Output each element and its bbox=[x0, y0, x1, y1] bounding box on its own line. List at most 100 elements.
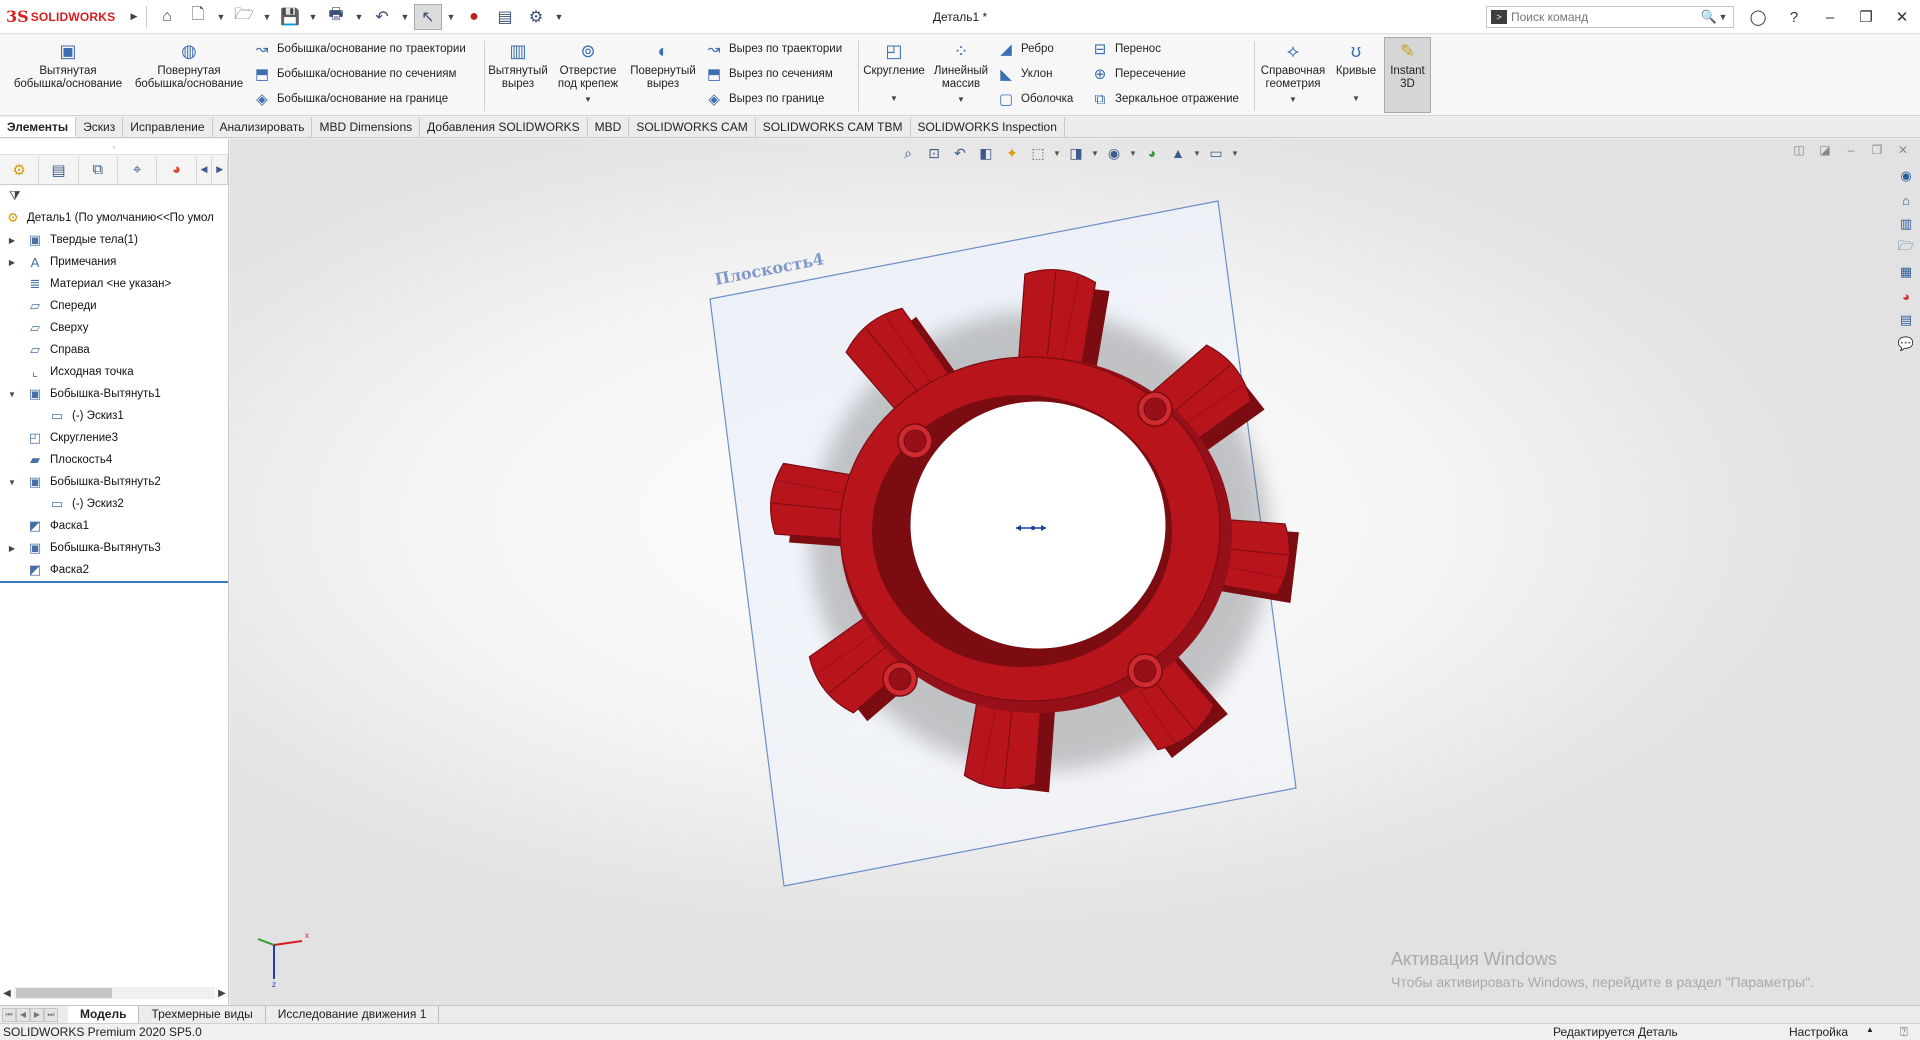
tab-3d-views[interactable]: Трехмерные виды bbox=[139, 1006, 266, 1023]
property-manager-tab-icon[interactable]: ▤ bbox=[39, 156, 79, 183]
lofted-boss-button[interactable]: ⬒ Бобышка/основание по сечениям bbox=[252, 63, 457, 85]
solidworks-logo[interactable]: 3S SOLIDWORKS bbox=[0, 0, 128, 34]
close-icon[interactable]: ✕ bbox=[1884, 0, 1920, 34]
tab-2[interactable]: Исправление bbox=[123, 117, 213, 137]
new-dropdown-icon[interactable]: ▼ bbox=[215, 4, 227, 30]
save-icon[interactable]: 💾 bbox=[276, 4, 304, 30]
units-custom-button[interactable]: Настройка bbox=[1789, 1025, 1848, 1039]
tree-item[interactable]: ◩ Фаска2 bbox=[0, 559, 228, 581]
tab-6[interactable]: MBD bbox=[588, 117, 630, 137]
restore-icon[interactable]: ❐ bbox=[1848, 0, 1884, 34]
search-icon[interactable]: 🔍 bbox=[1701, 9, 1717, 25]
revolved-boss-button[interactable]: ◍ Повернутая бобышка/основание bbox=[130, 39, 248, 91]
hole-wizard-button[interactable]: ⊚ Отверстие под крепеж ▼ bbox=[552, 39, 624, 106]
curves-button[interactable]: ʊ Кривые ▼ bbox=[1330, 39, 1382, 105]
tree-expander-icon[interactable]: ▶ bbox=[7, 258, 17, 267]
user-account-icon[interactable]: ◯ bbox=[1740, 0, 1776, 34]
fillet-dropdown-icon[interactable]: ▼ bbox=[890, 92, 898, 105]
filter-icon[interactable]: ⧩ bbox=[0, 185, 228, 207]
first-tab-icon[interactable]: ⏮ bbox=[2, 1007, 16, 1022]
swept-boss-button[interactable]: ↝ Бобышка/основание по траектории bbox=[252, 38, 466, 60]
tree-item[interactable]: ▼ ▣ Бобышка-Вытянуть2 bbox=[0, 471, 228, 493]
reference-geometry-dropdown-icon[interactable]: ▼ bbox=[1289, 93, 1297, 106]
last-tab-icon[interactable]: ⏭ bbox=[44, 1007, 58, 1022]
scroll-left-icon[interactable]: ◀ bbox=[0, 988, 14, 999]
extruded-cut-button[interactable]: ▥ Вытянутый вырез bbox=[486, 39, 550, 91]
minimize-icon[interactable]: – bbox=[1812, 0, 1848, 34]
mirror-button[interactable]: ⧉ Зеркальное отражение bbox=[1090, 88, 1239, 110]
tree-item[interactable]: ▱ Спереди bbox=[0, 295, 228, 317]
logo-menu-arrow-icon[interactable]: ▶ bbox=[128, 4, 140, 30]
tabs-left-arrow-icon[interactable]: ◀ bbox=[197, 156, 213, 183]
graphics-area[interactable]: ⌕ ⊡ ↶ ◧ ✦ ⬚ ▼ ◨ ▼ ◉ ▼ ◕ ▲ ▼ ▭ ▼ ◫ ◪ – ❐ … bbox=[230, 139, 1920, 1005]
tree-item[interactable]: ≣ Материал <не указан> bbox=[0, 273, 228, 295]
tab-7[interactable]: SOLIDWORKS CAM bbox=[629, 117, 756, 137]
linear-pattern-dropdown-icon[interactable]: ▼ bbox=[957, 93, 965, 106]
boundary-cut-button[interactable]: ◈ Вырез по границе bbox=[704, 88, 824, 110]
draft-button[interactable]: ◣ Уклон bbox=[996, 63, 1052, 85]
tab-3[interactable]: Анализировать bbox=[213, 117, 313, 137]
prev-tab-icon[interactable]: ◀ bbox=[16, 1007, 30, 1022]
tree-expander-icon[interactable]: ▶ bbox=[7, 236, 17, 245]
shell-button[interactable]: ▢ Оболочка bbox=[996, 88, 1073, 110]
instant3d-button[interactable]: ✎ Instant 3D bbox=[1384, 39, 1431, 91]
save-dropdown-icon[interactable]: ▼ bbox=[307, 4, 319, 30]
select-dropdown-icon[interactable]: ▼ bbox=[445, 4, 457, 30]
tree-item[interactable]: ◰ Скругление3 bbox=[0, 427, 228, 449]
tab-1[interactable]: Эскиз bbox=[76, 117, 124, 137]
tab-motion-study[interactable]: Исследование движения 1 bbox=[266, 1006, 440, 1023]
tree-item[interactable]: ▶ ▣ Твердые тела(1) bbox=[0, 229, 228, 251]
tab-9[interactable]: SOLIDWORKS Inspection bbox=[911, 117, 1065, 137]
tab-0[interactable]: Элементы bbox=[0, 117, 77, 137]
select-cursor-icon[interactable]: ↖ bbox=[414, 3, 442, 30]
boundary-boss-button[interactable]: ◈ Бобышка/основание на границе bbox=[252, 88, 448, 110]
tree-item[interactable]: ▰ Плоскость4 bbox=[0, 449, 228, 471]
swept-cut-button[interactable]: ↝ Вырез по траектории bbox=[704, 38, 842, 60]
tree-expander-icon[interactable]: ▼ bbox=[7, 478, 17, 487]
linear-pattern-button[interactable]: ⁘ Линейный массив ▼ bbox=[930, 39, 992, 106]
undo-icon[interactable]: ↶ bbox=[368, 4, 396, 30]
home-icon[interactable]: ⌂ bbox=[153, 4, 181, 30]
panel-grip-icon[interactable]: ◦ bbox=[0, 139, 228, 155]
rebuild-traffic-light-icon[interactable]: ● bbox=[460, 4, 488, 30]
command-search[interactable]: > 🔍 ▼ bbox=[1486, 6, 1734, 28]
reference-geometry-button[interactable]: ⟡ Справочная геометрия ▼ bbox=[1256, 39, 1330, 106]
tree-root[interactable]: ⚙ Деталь1 (По умолчанию<<По умол bbox=[0, 207, 228, 229]
tree-item[interactable]: ▼ ▣ Бобышка-Вытянуть1 bbox=[0, 383, 228, 405]
lofted-cut-button[interactable]: ⬒ Вырез по сечениям bbox=[704, 63, 833, 85]
scroll-track[interactable] bbox=[14, 987, 215, 999]
new-document-icon[interactable]: 🗋 bbox=[184, 4, 212, 30]
options-dropdown-icon[interactable]: ▼ bbox=[553, 4, 565, 30]
fillet-button[interactable]: ◰ Скругление ▼ bbox=[860, 39, 928, 105]
help-icon[interactable]: ? bbox=[1776, 0, 1812, 34]
tree-item[interactable]: ▱ Сверху bbox=[0, 317, 228, 339]
tree-item[interactable]: ◩ Фаска1 bbox=[0, 515, 228, 537]
scroll-right-icon[interactable]: ▶ bbox=[215, 988, 229, 999]
open-folder-icon[interactable]: 🗁 bbox=[230, 4, 258, 30]
display-manager-tab-icon[interactable]: ◕ bbox=[157, 156, 197, 183]
tab-model[interactable]: Модель bbox=[68, 1006, 140, 1023]
dimxpert-tab-icon[interactable]: ⌖ bbox=[118, 156, 158, 183]
feature-manager-tab-icon[interactable]: ⚙ bbox=[0, 156, 40, 183]
intersect-button[interactable]: ⊕ Пересечение bbox=[1090, 63, 1186, 85]
extruded-boss-button[interactable]: ▣ Вытянутая бобышка/основание bbox=[8, 39, 128, 91]
configuration-manager-tab-icon[interactable]: ⧉ bbox=[79, 156, 118, 183]
tree-item[interactable]: ▶ ▣ Бобышка-Вытянуть3 bbox=[0, 537, 228, 559]
options-gear-icon[interactable]: ⚙ bbox=[522, 4, 550, 30]
file-properties-icon[interactable]: ▤ bbox=[491, 4, 519, 30]
panel-horizontal-scrollbar[interactable]: ◀ ▶ bbox=[0, 985, 229, 1001]
units-dropdown-icon[interactable]: ▲ bbox=[1866, 1025, 1874, 1034]
open-dropdown-icon[interactable]: ▼ bbox=[261, 4, 273, 30]
tree-item[interactable]: ⌞ Исходная точка bbox=[0, 361, 228, 383]
tree-item[interactable]: ▭ (-) Эскиз1 bbox=[0, 405, 228, 427]
undo-dropdown-icon[interactable]: ▼ bbox=[399, 4, 411, 30]
tree-item[interactable]: ▶ A Примечания bbox=[0, 251, 228, 273]
tab-4[interactable]: MBD Dimensions bbox=[312, 117, 421, 137]
print-dropdown-icon[interactable]: ▼ bbox=[353, 4, 365, 30]
quick-tips-icon[interactable]: ⍰ bbox=[1900, 1024, 1908, 1040]
hole-wizard-dropdown-icon[interactable]: ▼ bbox=[584, 93, 592, 106]
revolved-cut-button[interactable]: ◐ Повернутый вырез bbox=[626, 39, 700, 91]
next-tab-icon[interactable]: ▶ bbox=[30, 1007, 44, 1022]
wrap-button[interactable]: ⊟ Перенос bbox=[1090, 38, 1161, 60]
print-icon[interactable]: 🖶 bbox=[322, 4, 350, 30]
